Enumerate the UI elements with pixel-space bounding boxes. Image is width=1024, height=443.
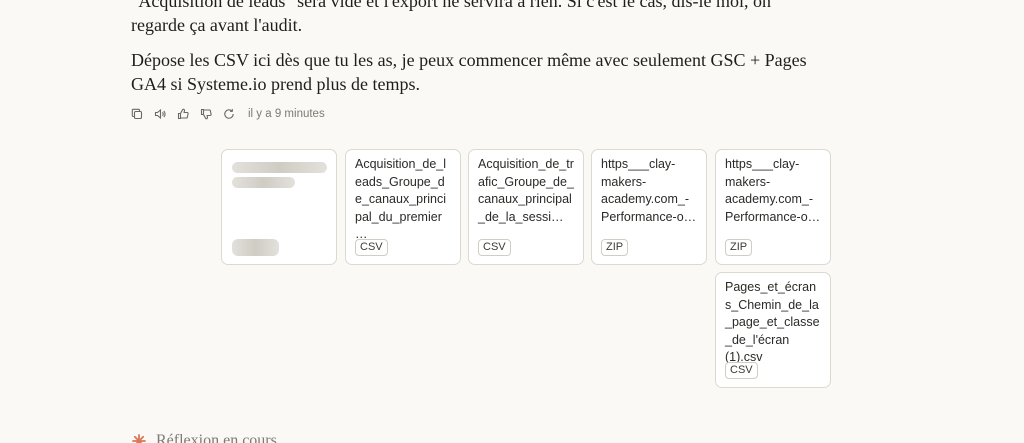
attachment-card[interactable]: https___clay-makers-academy.com_-Perform… <box>591 149 707 265</box>
attachment-filename: Acquisition_de_trafic_Groupe_de_canaux_p… <box>478 157 574 224</box>
thinking-label: Réflexion en cours <box>156 432 277 443</box>
attachment-card-loading <box>221 149 337 265</box>
spark-icon <box>131 433 147 443</box>
attachment-card[interactable]: Acquisition_de_trafic_Groupe_de_canaux_p… <box>468 149 584 265</box>
attachment-filename: https___clay-makers-academy.com_-Perform… <box>601 157 697 224</box>
file-type-badge: CSV <box>725 362 758 379</box>
file-type-badge: ZIP <box>725 239 753 256</box>
attachment-filename: Acquisition_de_leads_Groupe_de_canaux_pr… <box>355 157 447 241</box>
message-paragraph: Dépose les CSV ici dès que tu les as, je… <box>131 50 807 94</box>
attachment-filename: Pages_et_écrans_Chemin_de_la_page_et_cla… <box>725 280 820 364</box>
file-type-badge: CSV <box>478 239 511 256</box>
attachment-card[interactable]: Acquisition_de_leads_Groupe_de_canaux_pr… <box>345 149 461 265</box>
thumbs-up-icon[interactable] <box>177 108 189 120</box>
attachment-card[interactable]: Pages_et_écrans_Chemin_de_la_page_et_cla… <box>715 272 831 388</box>
file-type-badge: ZIP <box>601 239 629 256</box>
loading-placeholder <box>232 177 295 188</box>
speaker-icon[interactable] <box>154 108 166 120</box>
message-actions: il y a 9 minutes <box>131 105 325 123</box>
thinking-indicator: Réflexion en cours <box>131 432 277 443</box>
thumbs-down-icon[interactable] <box>200 108 212 120</box>
loading-placeholder <box>232 162 327 173</box>
retry-icon[interactable] <box>223 108 235 120</box>
attachment-card[interactable]: https___clay-makers-academy.com_-Perform… <box>715 149 831 265</box>
copy-icon[interactable] <box>131 108 143 120</box>
attachment-filename: https___clay-makers-academy.com_-Perform… <box>725 157 821 224</box>
file-type-badge: CSV <box>355 239 388 256</box>
loading-placeholder <box>232 239 279 256</box>
message-timestamp: il y a 9 minutes <box>248 108 325 120</box>
message-paragraph: "Acquisition de leads" sera vide et l'ex… <box>131 0 771 35</box>
